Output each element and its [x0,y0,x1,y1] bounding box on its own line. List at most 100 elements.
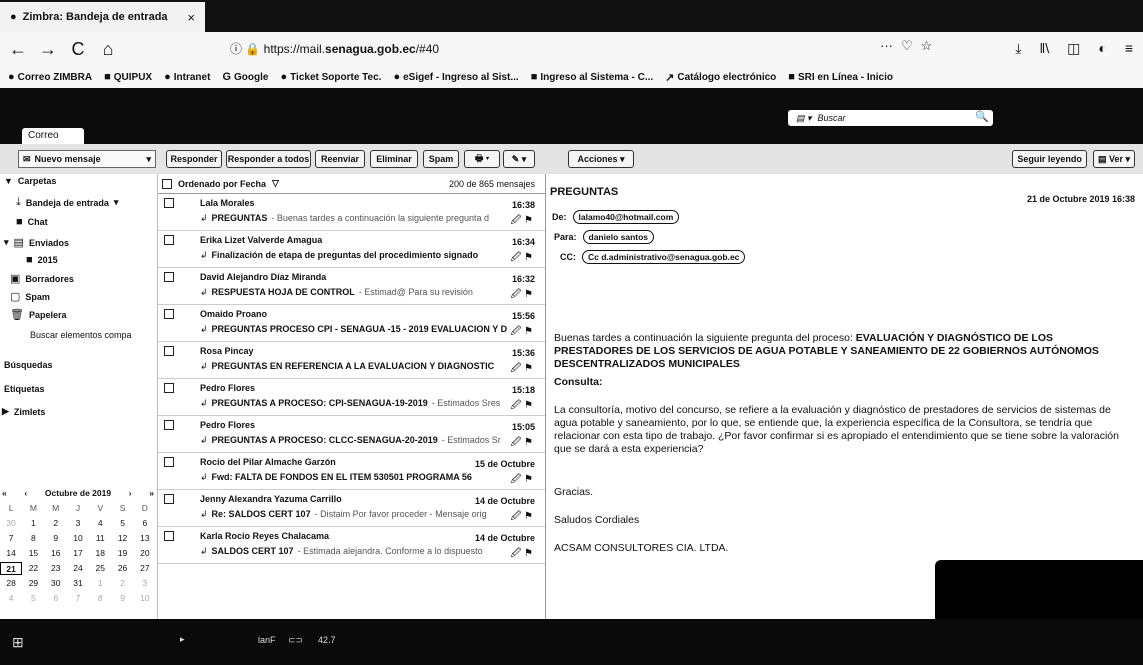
message-row[interactable]: Rocío del Pilar Almache Garzón 15 de Octu… [158,453,545,490]
tag-button[interactable]: ✎ ▾ [503,150,535,168]
calendar-day[interactable]: 15 [22,547,44,560]
folder-drafts[interactable]: ▣ Borradores [10,272,74,285]
forward-button[interactable]: Reenviar [315,150,365,168]
home-icon[interactable]: ⌂ [96,39,120,60]
flag-icon[interactable]: ⚑ [524,548,533,559]
reload-icon[interactable]: C [66,39,90,60]
network-icon[interactable]: ⊂⊃ [288,635,303,646]
select-all-checkbox[interactable] [162,178,172,189]
flag-icon[interactable]: ⚑ [524,400,533,411]
library-icon[interactable]: ‖\ [1039,40,1049,57]
address-bar[interactable]: ⓘ 🔒 https://mail.senagua.gob.ec/#40 [230,40,439,57]
bookmark-item[interactable]: ● Correo ZIMBRA [8,71,92,83]
calendar-day[interactable]: 25 [89,562,111,575]
folder-inbox[interactable]: ⤓ Bandeja de entrada ▾ [16,196,118,209]
prev-month-icon[interactable]: ‹ [24,488,27,498]
flag-icon[interactable]: ⚑ [524,215,533,226]
bookmark-star-icon[interactable]: ☆ [921,38,933,54]
flag-icon[interactable]: ⚑ [524,326,533,337]
bookmark-item[interactable]: ● Intranet [164,71,210,83]
bookmark-item[interactable]: G Google [222,71,268,83]
message-row[interactable]: Pedro Flores 15:18 ↲ PREGUNTAS A PROCESO: C… [158,379,545,416]
flag-icon[interactable]: ⚑ [524,437,533,448]
message-row[interactable]: David Alejandro Díaz Miranda 16:32 ↲ RESPUE… [158,268,545,305]
calendar-day[interactable]: 6 [134,517,156,530]
folder-sent[interactable]: ▾ ▤ Enviados [4,236,69,249]
calendar-day[interactable]: 9 [111,592,133,605]
reply-button[interactable]: Responder [166,150,222,168]
calendar-day[interactable]: 28 [0,577,22,590]
view-button[interactable]: ▤ Ver ▾ [1092,150,1135,168]
message-row[interactable]: Erika Lizet Valverde Amagua 16:34 ↲ Finaliz… [158,231,545,268]
sort-icon[interactable]: ▽ [272,178,279,189]
pocket-icon[interactable]: ♡ [901,38,913,54]
calendar-day[interactable]: 31 [67,577,89,590]
bookmark-item[interactable]: ● Ticket Soporte Tec. [280,71,381,83]
calendar-day[interactable]: 17 [67,547,89,560]
calendar-day[interactable]: 24 [67,562,89,575]
message-checkbox[interactable] [164,198,174,208]
cc-address[interactable]: Cc d.administrativo@senagua.gob.ec [582,250,746,264]
bookmark-item[interactable]: ● eSigef - Ingreso al Sist... [393,71,518,83]
download-icon[interactable]: ⤓ [1015,40,1021,57]
flag-icon[interactable]: ⚑ [524,511,533,522]
calendar-day[interactable]: 7 [67,592,89,605]
calendar-day[interactable]: 13 [134,532,156,545]
calendar-day[interactable]: 23 [45,562,67,575]
calendar-day[interactable]: 29 [22,577,44,590]
calendar-day[interactable]: 14 [0,547,22,560]
reading-pane-button[interactable]: Seguir leyendo [1012,150,1087,168]
calendar-day[interactable]: 21 [0,562,23,575]
calendar-day[interactable]: 3 [67,517,89,530]
calendar-day[interactable]: 5 [111,517,133,530]
calendar-day[interactable]: 10 [67,532,89,545]
browser-tab[interactable]: ● Zimbra: Bandeja de entrada × [0,2,205,32]
spam-button[interactable]: Spam [423,150,459,168]
message-row[interactable]: Omaido Proano 15:56 ↲ PREGUNTAS PROCESO CPI… [158,305,545,342]
search-input[interactable]: ▤ ▾ Buscar 🔍 [788,110,993,126]
calendar-day[interactable]: 16 [45,547,67,560]
message-checkbox[interactable] [164,494,174,504]
message-row[interactable]: Karla Rocío Reyes Chalacama 14 de Octubre… [158,527,545,564]
calendar-day[interactable]: 5 [22,592,44,605]
taskbar-arrow-icon[interactable]: ▸ [180,634,185,645]
message-row[interactable]: Pedro Flores 15:05 ↲ PREGUNTAS A PROCESO: C… [158,416,545,453]
bookmark-item[interactable]: ■ Ingreso al Sistema - C... [531,71,653,83]
calendar-day[interactable]: 20 [134,547,156,560]
calendar-day[interactable]: 1 [89,577,111,590]
delete-button[interactable]: Eliminar [370,150,418,168]
searches-section[interactable]: Búsquedas [4,360,53,370]
expand-icon[interactable]: ▾ [4,237,9,248]
calendar-day[interactable]: 7 [0,532,22,545]
prev-year-icon[interactable]: « [2,488,7,498]
message-checkbox[interactable] [164,346,174,356]
chevron-down-icon[interactable]: ▾ [146,154,151,165]
calendar-day[interactable]: 8 [89,592,111,605]
zimlets-section[interactable]: ▶ Zimlets [2,406,45,417]
calendar-day[interactable]: 1 [22,517,44,530]
bookmark-item[interactable]: ■ SRI en Línea - Inicio [788,71,893,83]
flag-icon[interactable]: ⚑ [524,363,533,374]
calendar-day[interactable]: 4 [0,592,22,605]
from-address[interactable]: lalamo40@hotmail.com [572,210,680,224]
windows-start-icon[interactable]: ⊞ [12,634,24,651]
to-address[interactable]: danielo santos [582,230,655,244]
calendar-day[interactable]: 2 [111,577,133,590]
search-icon[interactable]: 🔍 [975,110,989,123]
page-actions-icon[interactable]: ··· [880,38,893,54]
calendar-day[interactable]: 2 [45,517,67,530]
calendar-day[interactable]: 27 [134,562,156,575]
calendar-day[interactable]: 18 [89,547,111,560]
message-checkbox[interactable] [164,531,174,541]
print-button[interactable]: 🖶 ▾ [464,150,500,168]
calendar-day[interactable]: 4 [89,517,111,530]
calendar-day[interactable]: 30 [45,577,67,590]
actions-button[interactable]: Acciones ▾ [568,150,634,168]
calendar-day[interactable]: 30 [0,517,22,530]
menu-icon[interactable]: ≡ [1125,40,1133,57]
calendar-day[interactable]: 22 [22,562,44,575]
shared-search-link[interactable]: Buscar elementos compa [30,330,132,340]
back-icon[interactable]: ← [6,39,30,60]
calendar-day[interactable]: 26 [111,562,133,575]
folder-chat[interactable]: ■ Chat [16,216,48,228]
